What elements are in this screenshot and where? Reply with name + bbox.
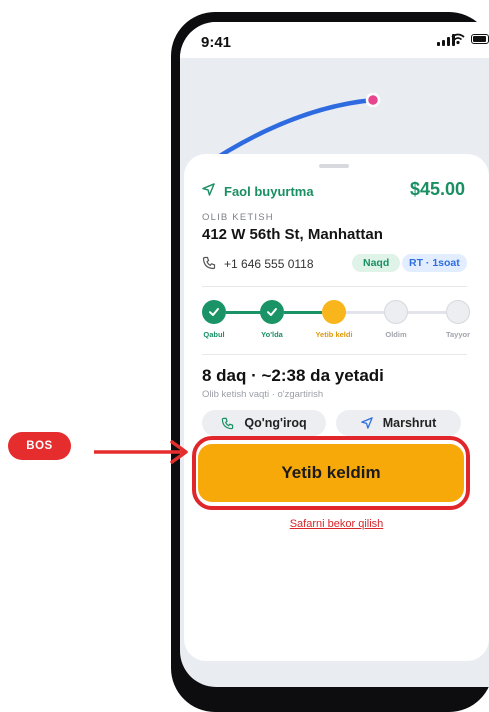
payment-badge: Naqd [352,254,401,272]
rate-badge: RT · 1soat [402,254,467,272]
phone-screen: 9:41 Faol buyurtma $45.00 OLIB KETISH 41… [180,22,489,687]
step-connector [284,311,322,314]
pickup-caption: OLIB KETISH [202,212,274,223]
phone-icon [202,256,216,270]
contact-row: +1 646 555 0118 Naqd RT · 1soat [202,252,472,276]
route-button[interactable]: Marshrut [336,410,461,436]
step-done [446,300,470,324]
sheet-handle[interactable] [319,164,349,168]
check-icon [267,308,277,316]
order-sheet: Faol buyurtma $45.00 OLIB KETISH 412 W 5… [184,154,489,661]
status-bar: 9:41 [180,22,489,58]
call-button-label: Qo'ng'iroq [244,416,307,430]
progress-steps: Qabul Yo'lda Yetib keldi Oldim Tayyor [202,300,482,342]
eta-subtitle[interactable]: Olib ketish vaqti · o'zgartirish [202,389,323,400]
destination-marker [365,92,381,108]
divider [202,354,467,355]
call-button[interactable]: Qo'ng'iroq [202,410,326,436]
arrived-button[interactable]: Yetib keldim [198,444,464,502]
wifi-icon [451,33,465,45]
status-time: 9:41 [201,34,232,51]
step-connector [346,311,384,314]
step-label: Oldim [385,330,407,339]
divider [202,286,467,287]
route-map [193,92,381,168]
annotation-tag: BOS [8,432,71,460]
fare-amount: $45.00 [409,179,465,199]
step-en-route [260,300,284,324]
route-button-label: Marshrut [382,416,437,430]
phone-number[interactable]: +1 646 555 0118 [224,257,314,271]
step-label: Yo'lda [261,330,283,339]
step-label: Qabul [203,330,225,339]
pickup-address: 412 W 56th St, Manhattan [202,226,383,243]
step-accepted [202,300,226,324]
battery-icon [471,34,489,44]
order-status-row: Faol buyurtma $45.00 [202,179,465,202]
step-arrived [322,300,346,324]
navigation-icon [360,417,373,429]
phone-icon [222,417,234,429]
eta-title: 8 daq · ~2:38 da yetadi [202,366,384,385]
cancel-trip-link[interactable]: Safarni bekor qilish [184,518,489,530]
order-status-label: Faol buyurtma [224,184,314,199]
step-connector [226,311,264,314]
step-label: Tayyor [445,330,471,339]
navigation-icon [202,183,215,196]
annotation-arrow-icon [94,440,188,464]
check-icon [209,308,219,316]
step-connector [408,311,446,314]
step-picked-up [384,300,408,324]
step-label: Yetib keldi [315,330,353,339]
